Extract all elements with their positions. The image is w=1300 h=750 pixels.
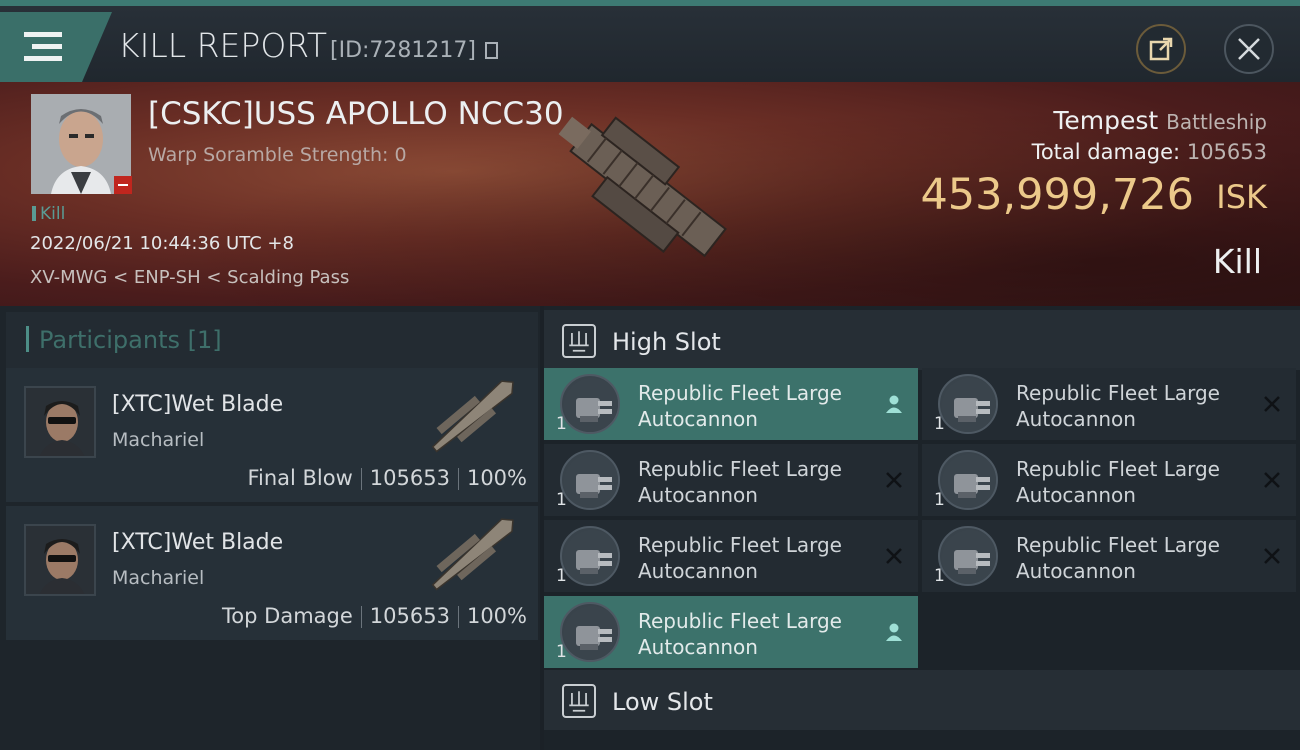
autocannon-icon [938,374,998,434]
ship-class: Battleship [1166,110,1267,134]
participant-name: [XTC]Wet Blade [112,392,284,417]
pilot-icon [882,392,906,416]
autocannon-icon [938,450,998,510]
participants-title: Participants [1] [39,326,222,354]
high-slot-icon [562,324,596,358]
participant-ship: Machariel [112,429,205,451]
participant-avatar[interactable] [24,524,96,596]
ship-type: Tempest Battleship [1053,106,1267,135]
kill-location: XV-MWG < ENP-SH < Scalding Pass [30,267,350,288]
result-tag: Kill [32,204,65,224]
participant-label: Final Blow [247,466,353,490]
participant-damage: 105653 [369,466,450,490]
menu-button[interactable] [0,12,112,82]
destroyed-icon [1260,544,1284,568]
participant-row[interactable]: [XTC]Wet Blade Machariel Top Damage 1056… [6,506,538,640]
fitting-panel: High Slot 1 Republic Fleet Large Autocanno… [544,306,1300,750]
module-item[interactable]: 1 Republic Fleet Large Autocannon [922,444,1296,516]
share-button[interactable] [1136,24,1186,74]
module-quantity: 1 [556,490,567,510]
destroyed-icon [882,544,906,568]
module-name: Republic Fleet Large Autocannon [638,457,842,507]
participants-panel: Participants [1] [XTC]Wet Blade Macharie… [0,306,540,750]
low-slot-label: Low Slot [612,688,713,716]
high-slot-label: High Slot [612,328,721,356]
module-name: Republic Fleet Large Autocannon [1016,381,1220,431]
top-bar: KILL REPORT [ID:7281217] [0,0,1300,82]
close-button[interactable] [1224,24,1274,74]
pilot-icon [882,620,906,644]
module-item[interactable]: 1 Republic Fleet Large Autocannon [544,444,918,516]
victim-banner: [CSKC]USS APOLLO NCC30 Warp Soramble Str… [0,82,1300,306]
autocannon-icon [560,602,620,662]
isk-value: 453,999,726 [920,170,1194,220]
autocannon-icon [560,374,620,434]
page-title: KILL REPORT [118,26,327,65]
participant-stats: Top Damage 105653 100% [222,604,527,628]
participant-name: [XTC]Wet Blade [112,530,284,555]
participant-avatar[interactable] [24,386,96,458]
participant-stats: Final Blow 105653 100% [247,466,527,490]
module-item[interactable]: 1 Republic Fleet Large Autocannon [922,368,1296,440]
module-item[interactable]: 1 Republic Fleet Large Autocannon [544,520,918,592]
participant-label: Top Damage [222,604,353,628]
copy-icon[interactable] [485,42,498,59]
module-quantity: 1 [934,414,945,434]
autocannon-icon [560,450,620,510]
participant-percent: 100% [466,604,527,628]
close-icon [1238,38,1260,60]
destroyed-icon [882,468,906,492]
autocannon-icon [560,526,620,586]
module-name: Republic Fleet Large Autocannon [638,533,842,583]
isk-unit: ISK [1216,178,1267,216]
kill-datetime: 2022/06/21 10:44:36 UTC +8 [30,233,294,254]
module-item[interactable]: 1 Republic Fleet Large Autocannon [544,596,918,668]
autocannon-icon [938,526,998,586]
total-damage-value: 105653 [1186,140,1267,164]
module-quantity: 1 [556,642,567,662]
warp-scramble-text: Warp Soramble Strength: 0 [148,144,407,166]
victim-name: [CSKC]USS APOLLO NCC30 [148,96,564,132]
high-slot-header: High Slot [544,310,1300,370]
module-item[interactable]: 1 Republic Fleet Large Autocannon [544,368,918,440]
low-slot-header: Low Slot [544,670,1300,730]
module-item[interactable]: 1 Republic Fleet Large Autocannon [922,520,1296,592]
destroyed-icon [1260,392,1284,416]
module-quantity: 1 [934,490,945,510]
hamburger-icon [24,32,62,62]
participant-ship-image [431,380,514,453]
module-quantity: 1 [556,566,567,586]
result-label: Kill [1212,242,1262,281]
victim-avatar[interactable] [31,94,131,194]
share-icon [1149,37,1173,61]
hostile-badge [114,176,132,194]
module-name: Republic Fleet Large Autocannon [638,381,842,431]
total-damage: Total damage: 105653 [1032,140,1267,164]
participant-ship: Machariel [112,567,205,589]
module-name: Republic Fleet Large Autocannon [1016,457,1220,507]
participant-damage: 105653 [369,604,450,628]
ship-name: Tempest [1053,106,1159,135]
module-quantity: 1 [934,566,945,586]
report-id: [ID:7281217] [330,38,498,63]
module-name: Republic Fleet Large Autocannon [638,609,842,659]
participants-header: Participants [1] [6,312,538,368]
participant-percent: 100% [466,466,527,490]
module-quantity: 1 [556,414,567,434]
low-slot-icon [562,684,596,718]
total-damage-label: Total damage: [1031,140,1181,164]
destroyed-icon [1260,468,1284,492]
participant-ship-image [431,518,514,591]
participant-row[interactable]: [XTC]Wet Blade Machariel Final Blow 1056… [6,368,538,502]
module-name: Republic Fleet Large Autocannon [1016,533,1220,583]
